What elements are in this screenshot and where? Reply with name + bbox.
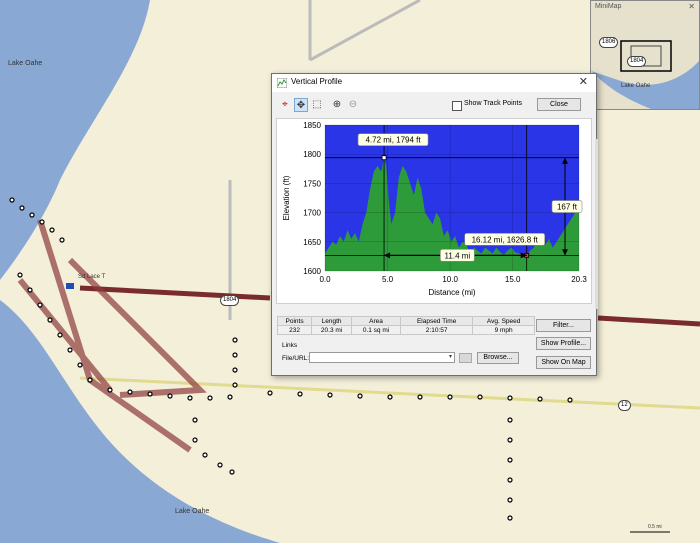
distance-annotation: 11.4 mi bbox=[445, 251, 471, 260]
dialog-titlebar[interactable]: Vertical Profile ✕ bbox=[272, 74, 596, 92]
stats-header-area: Area bbox=[351, 316, 402, 326]
stats-header-points: Points bbox=[276, 316, 313, 326]
stats-value-elapsed-time: 2:10:57 bbox=[400, 325, 474, 335]
scale-label: 0.5 mi bbox=[648, 524, 662, 530]
route-shield: 1804 bbox=[220, 295, 240, 306]
dialog-title: Vertical Profile bbox=[291, 77, 343, 86]
max-point-marker bbox=[381, 155, 387, 161]
show-profile-button[interactable]: Show Profile... bbox=[536, 337, 591, 350]
track-stats-table: Points Length Area Elapsed Time Avg. Spe… bbox=[276, 316, 535, 335]
show-track-points-label: Show Track Points bbox=[464, 100, 522, 107]
file-url-input[interactable]: ▾ bbox=[309, 352, 455, 363]
x-tick-label: 5.0 bbox=[382, 275, 394, 284]
close-icon[interactable]: ✕ bbox=[579, 75, 588, 88]
zoom-out-icon[interactable]: ⊖ bbox=[346, 98, 360, 112]
links-label: Links bbox=[282, 342, 298, 349]
elevation-chart[interactable]: 1600 1650 1700 1750 1800 1850 0.0 5.0 10.0 15.0 20… bbox=[276, 118, 592, 304]
x-tick-label: 10.0 bbox=[442, 275, 458, 284]
x-tick-label: 0.0 bbox=[319, 275, 331, 284]
close-button[interactable]: Close bbox=[537, 98, 581, 111]
stats-value-points: 232 bbox=[276, 325, 313, 335]
stats-value-length: 20.3 mi bbox=[311, 325, 353, 335]
panel-divider bbox=[595, 139, 598, 309]
lake-label: Lake Oahe bbox=[8, 60, 43, 67]
y-tick-label: 1750 bbox=[303, 179, 321, 188]
x-tick-label: 15.0 bbox=[505, 275, 521, 284]
route-shield: 1806 bbox=[599, 37, 619, 48]
profile-icon bbox=[277, 78, 287, 88]
lake-label: Lake Oahe bbox=[175, 508, 210, 515]
show-track-points-checkbox[interactable] bbox=[452, 101, 462, 111]
waypoint-label[interactable]: Sd Lace T bbox=[78, 274, 105, 280]
minimap-title: MiniMap bbox=[595, 3, 622, 10]
zoom-in-icon[interactable]: ⊕ bbox=[330, 98, 344, 112]
stats-header-length: Length bbox=[311, 316, 353, 326]
x-axis-label: Distance (mi) bbox=[428, 288, 475, 297]
max-annotation: 4.72 mi, 1794 ft bbox=[365, 136, 421, 145]
filter-button[interactable]: Filter... bbox=[536, 319, 591, 332]
y-tick-label: 1650 bbox=[303, 238, 321, 247]
go-button[interactable] bbox=[459, 353, 472, 363]
lake-label: Lake Oahe bbox=[621, 83, 651, 89]
show-on-map-button[interactable]: Show On Map bbox=[536, 356, 591, 369]
vertical-profile-dialog[interactable]: Vertical Profile ✕ ⌖ ✥ ⬚ ⊕ ⊖ Show Track … bbox=[271, 73, 598, 376]
stats-value-area: 0.1 sq mi bbox=[351, 325, 402, 335]
zoom-box-icon[interactable]: ⬚ bbox=[310, 98, 324, 112]
route-shield: 12 bbox=[618, 400, 631, 411]
chevron-down-icon[interactable]: ▾ bbox=[449, 353, 452, 360]
route-shield: 1804 bbox=[627, 56, 647, 67]
browse-button[interactable]: Browse... bbox=[477, 352, 519, 364]
x-tick-label: 20.3 bbox=[571, 275, 587, 284]
minimap-panel[interactable]: MiniMap ✕ 1806 1804 Lake Oahe bbox=[590, 0, 700, 110]
stats-value-avg-speed: 9 mph bbox=[472, 325, 535, 335]
close-icon[interactable]: ✕ bbox=[688, 2, 695, 11]
cursor-annotation: 16.12 mi, 1626.8 ft bbox=[472, 235, 539, 244]
file-url-label: File/URL: bbox=[282, 355, 310, 362]
waypoint-marker bbox=[66, 283, 74, 289]
stats-header-elapsed-time: Elapsed Time bbox=[400, 316, 474, 326]
stats-header-avg-speed: Avg. Speed bbox=[472, 316, 535, 326]
y-tick-label: 1700 bbox=[303, 209, 321, 218]
crosshair-icon[interactable]: ⌖ bbox=[278, 98, 292, 112]
elevation-gain-annotation: 167 ft bbox=[557, 203, 578, 212]
y-axis-label: Elevation (ft) bbox=[282, 175, 291, 220]
y-tick-label: 1800 bbox=[303, 150, 321, 159]
pan-icon[interactable]: ✥ bbox=[294, 98, 308, 112]
y-tick-label: 1850 bbox=[303, 121, 321, 130]
